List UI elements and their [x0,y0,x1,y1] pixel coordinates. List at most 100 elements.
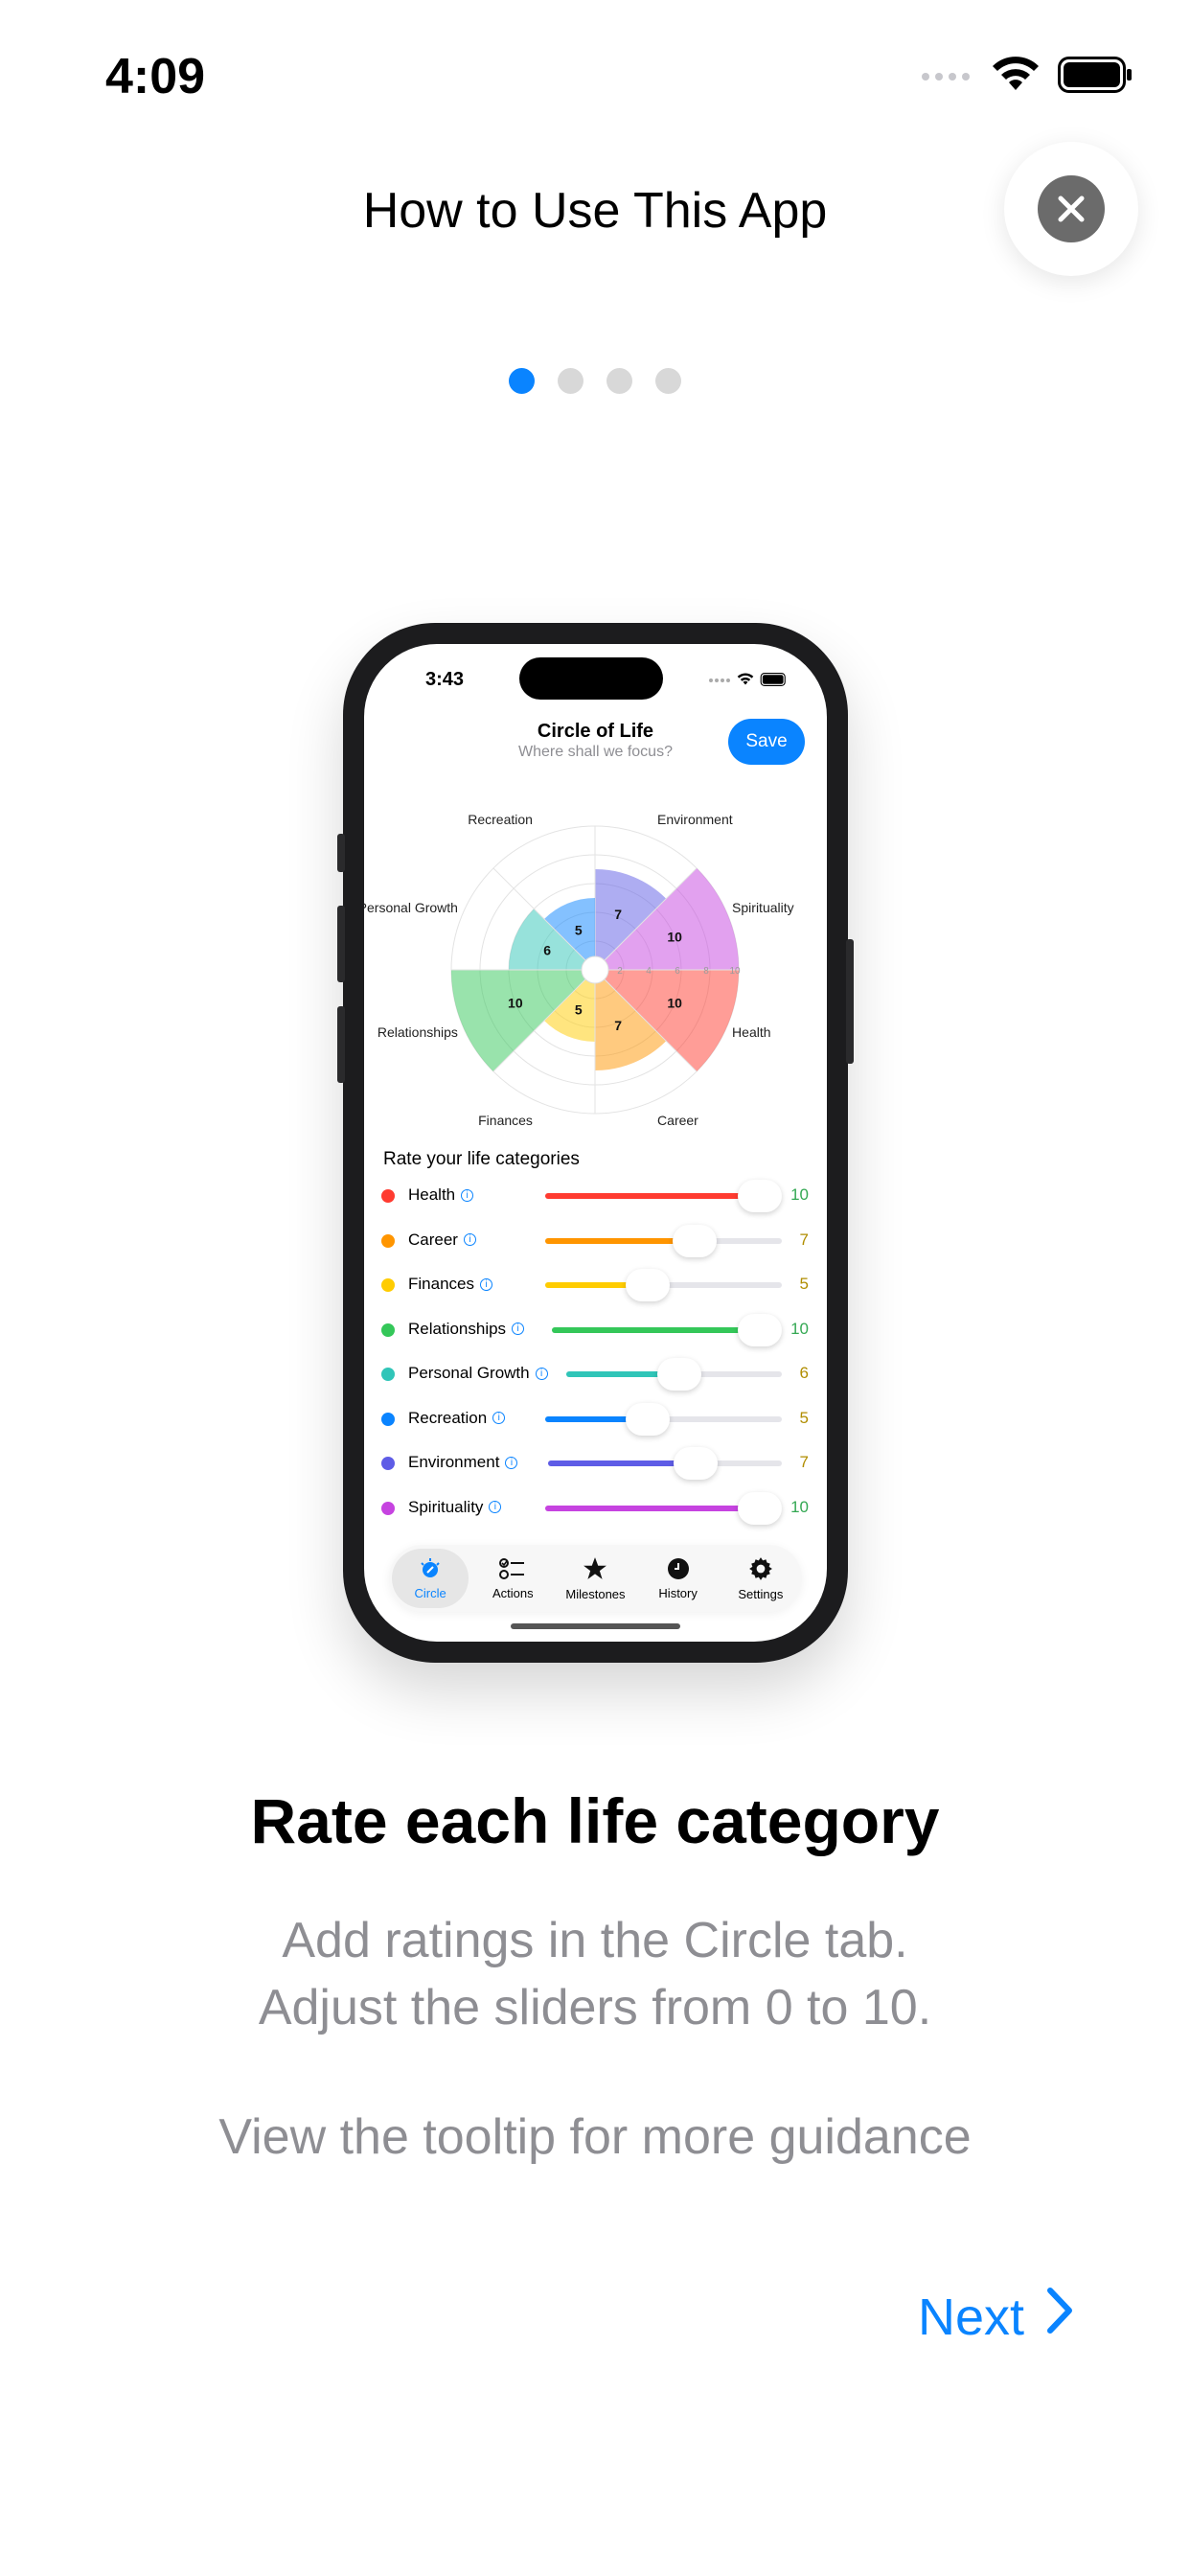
wedge-value-health: 10 [667,995,682,1010]
body-line-2: Adjust the sliders from 0 to 10. [258,1980,932,2036]
page-dot-2[interactable] [558,368,584,394]
category-value: 10 [790,1319,809,1338]
wedge-value-finances: 5 [575,1002,583,1018]
wedge-value-recreation: 5 [575,922,583,937]
page-dot-4[interactable] [655,368,681,394]
scale-tick: 8 [703,966,709,977]
scale-tick: 6 [675,966,680,977]
category-value: 6 [799,1364,809,1382]
status-time: 4:09 [105,49,206,104]
gear-icon [748,1556,773,1584]
category-label: Personal Growth i [408,1364,548,1383]
slider-track[interactable] [552,1313,782,1346]
page-dot-1[interactable] [509,368,535,394]
headline: Rate each life category [250,1785,940,1856]
category-value: 5 [799,1408,809,1427]
info-icon[interactable]: i [492,1412,506,1424]
category-color-dot [381,1501,395,1515]
wedge-value-personal-growth: 6 [543,942,551,957]
category-label: Recreation i [408,1408,506,1428]
info-icon[interactable]: i [479,1277,492,1291]
category-color-dot [381,1233,395,1248]
category-name: Career [408,1230,458,1249]
close-button[interactable] [1004,142,1138,276]
circle-tab-icon [419,1557,442,1583]
checklist-icon [499,1557,526,1583]
mockup-tab-bar: Circle Actions Milestones History Settings [389,1545,802,1612]
slider-track[interactable] [545,1491,782,1525]
info-icon[interactable]: i [505,1456,518,1469]
next-button[interactable]: Next [918,2287,1074,2347]
wedge-label-relationships: Relationships [378,1024,458,1040]
tab-label: History [658,1585,698,1600]
category-label: Career i [408,1230,476,1250]
category-name: Personal Growth [408,1364,530,1382]
page-indicator [0,368,1190,394]
info-icon[interactable]: i [512,1322,525,1335]
slider-track[interactable] [545,1224,782,1257]
wedge-label-environment: Environment [657,812,733,827]
category-value: 10 [790,1497,809,1516]
wedge-value-environment: 7 [614,907,622,922]
info-icon[interactable]: i [489,1501,502,1513]
tab-circle[interactable]: Circle [392,1549,469,1608]
category-value: 7 [799,1453,809,1471]
slider-thumb[interactable] [738,1491,782,1525]
battery-icon [1058,57,1133,98]
home-indicator [511,1623,680,1629]
slider-track[interactable] [548,1447,782,1480]
info-icon[interactable]: i [461,1188,474,1202]
page-dot-3[interactable] [606,368,632,394]
slider-thumb[interactable] [672,1224,717,1257]
slider-thumb[interactable] [657,1358,701,1391]
slider-thumb[interactable] [738,1313,782,1346]
slider-thumb[interactable] [625,1402,670,1436]
circle-of-life-chart: 7 Environment 10 Spirituality 10 Health 7 Caree… [364,812,794,1128]
tab-history[interactable]: History [640,1549,717,1608]
category-name: Health [408,1185,456,1204]
slider-row-career: Career i 7 [381,1224,812,1257]
category-name: Environment [408,1453,500,1471]
scale-tick: 4 [646,966,652,977]
tab-settings[interactable]: Settings [722,1549,799,1608]
category-color-dot [381,1278,395,1292]
tab-milestones[interactable]: Milestones [557,1549,633,1608]
mockup-save-button[interactable]: Save [728,719,805,765]
status-icons [920,56,1133,99]
wedge-value-relationships: 10 [508,995,523,1010]
chevron-right-icon [1045,2287,1074,2347]
slider-thumb[interactable] [673,1447,718,1480]
tooltip-hint: View the tooltip for more guidance [218,2109,972,2165]
category-color-dot [381,1412,395,1426]
cellular-icon [920,65,973,89]
dynamic-island [519,657,663,700]
slider-thumb[interactable] [738,1180,782,1212]
phone-mockup: 3:43 Circle of Life Where shall we focus… [337,623,854,1663]
category-value: 7 [799,1230,809,1249]
slider-thumb[interactable] [625,1269,670,1301]
category-name: Finances [408,1275,474,1293]
slider-track[interactable] [545,1180,782,1212]
wedge-label-finances: Finances [478,1113,533,1128]
slider-fill [552,1326,767,1333]
slider-track[interactable] [566,1358,782,1391]
tab-label: Actions [492,1585,534,1600]
category-label: Relationships i [408,1320,525,1339]
slider-row-personal-growth: Personal Growth i 6 [381,1358,812,1391]
wedge-value-career: 7 [614,1018,622,1033]
wedge-label-spirituality: Spirituality [732,900,794,915]
slider-track[interactable] [545,1402,782,1436]
tab-label: Settings [738,1586,784,1601]
slider-row-recreation: Recreation i 5 [381,1402,812,1436]
slider-track[interactable] [545,1269,782,1301]
category-name: Recreation [408,1408,488,1427]
clock-icon [667,1557,690,1583]
rate-title: Rate your life categories [383,1149,580,1169]
info-icon[interactable]: i [535,1367,548,1380]
slider-fill [545,1505,767,1511]
category-name: Spirituality [408,1497,484,1516]
info-icon[interactable]: i [463,1233,476,1246]
star-icon [583,1556,607,1584]
close-icon [1038,175,1105,242]
tab-actions[interactable]: Actions [474,1549,551,1608]
